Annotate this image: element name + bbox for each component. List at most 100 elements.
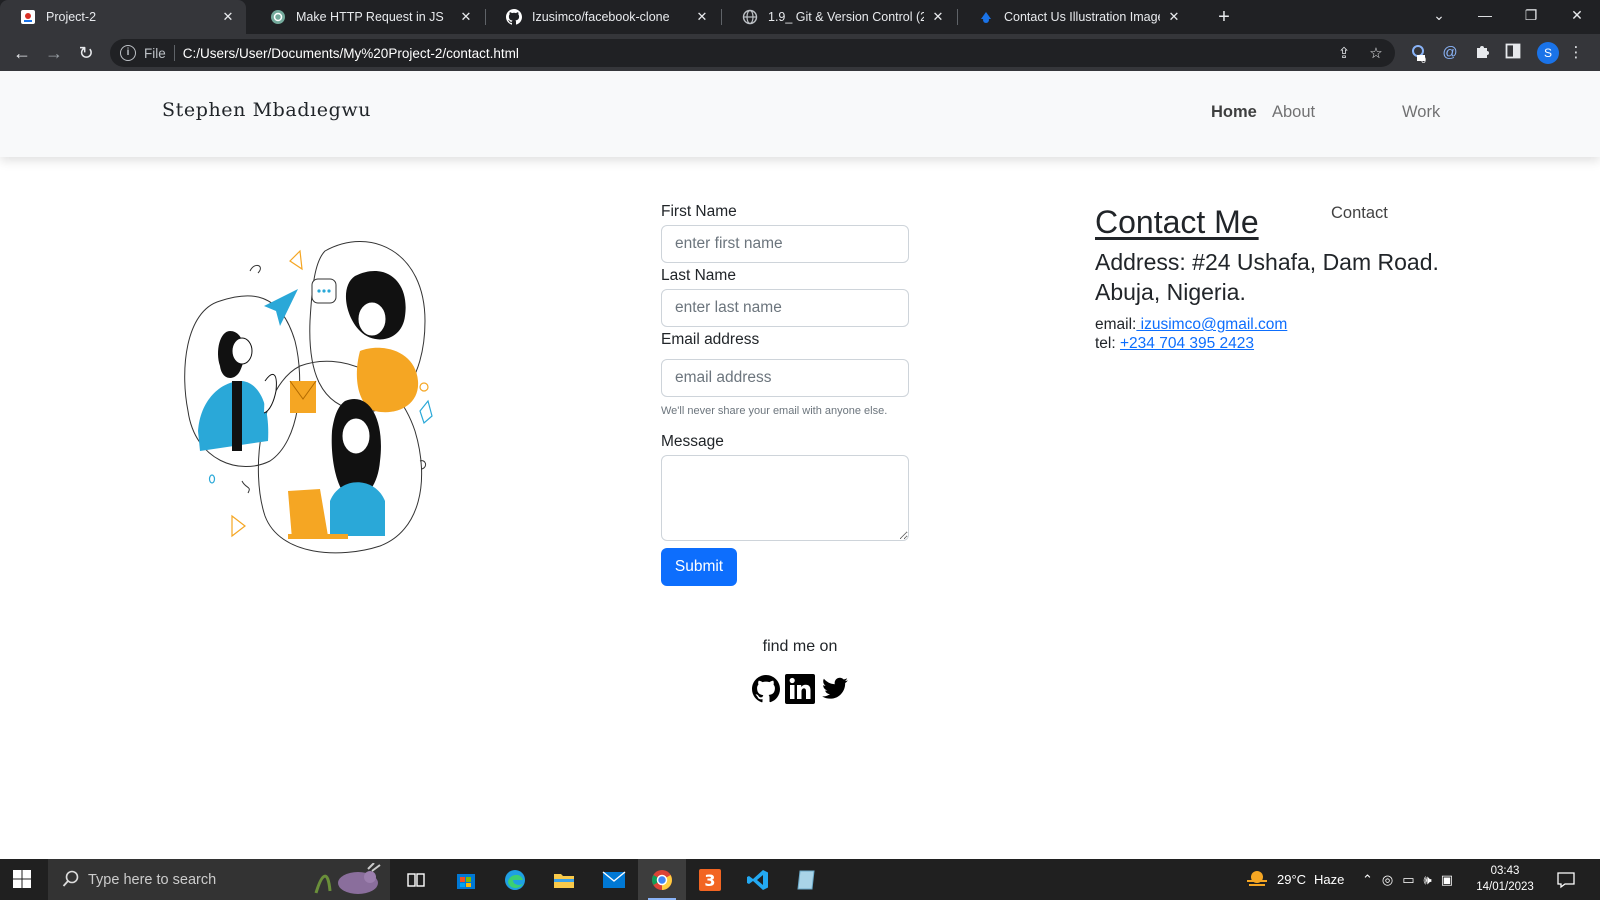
mail-icon[interactable] [590,859,638,900]
search-highlight-icon [310,862,386,902]
nav-link-home[interactable]: Home [1211,103,1257,122]
page-viewport: Stephen Mbadıegwu Home About Contact Wor… [0,71,1600,859]
tab-close-icon[interactable]: ✕ [220,9,236,25]
weather-temp: 29°C [1277,872,1307,887]
restore-icon[interactable]: ❐ [1508,0,1554,30]
tab-title: Izusimco/facebook-clone [532,10,670,24]
address-url[interactable]: C:/Users/User/Documents/My%20Project-2/c… [183,46,519,61]
linkedin-icon[interactable] [784,673,816,710]
message-textarea[interactable] [661,455,909,541]
nav-link-work[interactable]: Work [1402,103,1440,122]
freepik-favicon-icon [978,9,994,25]
tab-close-icon[interactable]: ✕ [458,9,474,25]
volume-icon[interactable]: 🕪 [1424,872,1432,888]
tel-link[interactable]: +234 704 395 2423 [1120,335,1254,352]
tab-title: 1.9_ Git & Version Control (2).pdf [768,10,924,24]
social-links [752,673,852,710]
site-brand[interactable]: Stephen Mbadıegwu [162,99,371,121]
vscode-icon[interactable] [734,859,782,900]
search-icon [62,870,80,888]
site-navbar: Stephen Mbadıegwu Home About Contact Wor… [0,71,1600,222]
email-input[interactable] [661,359,909,397]
info-icon[interactable]: i [120,45,136,61]
new-tab-button[interactable]: + [1212,5,1236,29]
clock-date: 14/01/2023 [1476,881,1534,893]
tab-facebook-clone[interactable]: Izusimco/facebook-clone ✕ [486,0,720,34]
github-icon[interactable] [752,674,780,708]
weather-haze-icon [1245,868,1269,891]
profile-avatar[interactable]: S [1537,42,1559,64]
address-line-1: Address: #24 Ushafa, Dam Road. [1095,249,1439,275]
reload-icon[interactable]: ↻ [74,41,98,65]
first-name-label: First Name [661,203,737,220]
share-icon[interactable]: ⇪ [1335,45,1353,63]
weather-desc: Haze [1314,872,1345,887]
forward-arrow-icon[interactable]: → [42,41,66,65]
github-favicon-icon [506,9,522,25]
chrome-icon[interactable] [638,859,686,900]
email-help-text: We'll never share your email with anyone… [661,405,888,417]
tab-git-pdf[interactable]: 1.9_ Git & Version Control (2).pdf ✕ [722,0,956,34]
notes-app-icon[interactable] [782,859,830,900]
address-scheme: File [144,45,166,61]
browser-tab-strip: Project-2 ✕ Make HTTP Request in JS ✕ Iz… [0,0,1600,34]
find-me-text: find me on [762,638,838,655]
email-label: Email address [661,331,760,348]
weather-widget[interactable]: 29°C Haze [1245,859,1344,900]
svg-text:3: 3 [704,871,715,890]
close-window-icon[interactable]: ✕ [1554,0,1600,30]
side-panel-icon[interactable] [1503,43,1523,63]
meet-now-icon[interactable]: ◎ [1382,872,1393,888]
browser-toolbar: ← → ↻ i File C:/Users/User/Documents/My%… [0,34,1600,71]
contact-info: Contact Me Address: #24 Ushafa, Dam Road… [1095,204,1495,353]
back-arrow-icon[interactable]: ← [10,41,34,65]
tab-contact-illustration[interactable]: Contact Us Illustration Images - F ✕ [958,0,1192,34]
windows-start-icon[interactable] [12,869,34,891]
nav-link-about[interactable]: About [1272,103,1315,122]
extension-badge: 0 [1421,55,1427,65]
notifications-icon[interactable] [1556,859,1576,900]
taskbar-search-placeholder: Type here to search [88,871,217,888]
last-name-input[interactable] [661,289,909,327]
address-divider [173,45,175,61]
tab-search-chevron-icon[interactable]: ⌄ [1416,0,1462,30]
tab-close-icon[interactable]: ✕ [694,9,710,25]
network-icon[interactable]: ▣ [1441,872,1453,888]
tray-chevron-up-icon[interactable]: ⌃ [1362,872,1373,888]
address-bar[interactable]: i File C:/Users/User/Documents/My%20Proj… [110,39,1395,67]
tab-title: Make HTTP Request in JS [296,10,444,24]
windows-taskbar: Type here to search 3 29°C Haze ⌃ ◎ ▭ 🕪 … [0,859,1600,900]
system-tray: ⌃ ◎ ▭ 🕪 ▣ [1362,859,1453,900]
submit-button[interactable]: Submit [661,548,737,586]
first-name-input[interactable] [661,225,909,263]
task-view-icon[interactable] [392,859,440,900]
tab-title: Project-2 [46,10,97,24]
chatgpt-favicon-icon [270,9,286,25]
puzzle-extensions-icon[interactable] [1472,43,1492,63]
last-name-label: Last Name [661,267,736,284]
contact-form: First Name Last Name Email address We'll… [661,203,909,586]
contact-heading: Contact Me [1095,204,1259,240]
tab-title: Contact Us Illustration Images - F [1004,10,1160,24]
taskbar-search-box[interactable]: Type here to search [48,859,390,900]
tab-project-2[interactable]: Project-2 ✕ [0,0,246,34]
edge-icon[interactable] [491,859,539,900]
email-link[interactable]: izusimco@gmail.com [1136,316,1288,333]
tab-close-icon[interactable]: ✕ [930,9,946,25]
microsoft-store-icon[interactable] [442,859,490,900]
taskbar-clock[interactable]: 03:43 14/01/2023 [1470,863,1540,895]
clock-time: 03:43 [1490,865,1520,877]
file-explorer-icon[interactable] [540,859,588,900]
tab-close-icon[interactable]: ✕ [1166,9,1182,25]
page-favicon-icon [20,9,36,25]
bookmark-star-icon[interactable]: ☆ [1367,45,1385,63]
kebab-menu-icon[interactable]: ⋮ [1566,43,1586,63]
tel-prefix: tel: [1095,335,1120,352]
minimize-icon[interactable]: — [1462,0,1508,30]
at-extension-icon[interactable]: @ [1440,43,1460,63]
app-three-icon[interactable]: 3 [686,859,734,900]
twitter-icon[interactable] [820,675,850,708]
battery-icon[interactable]: ▭ [1402,872,1414,888]
tab-http-request[interactable]: Make HTTP Request in JS ✕ [250,0,484,34]
message-label: Message [661,433,724,450]
